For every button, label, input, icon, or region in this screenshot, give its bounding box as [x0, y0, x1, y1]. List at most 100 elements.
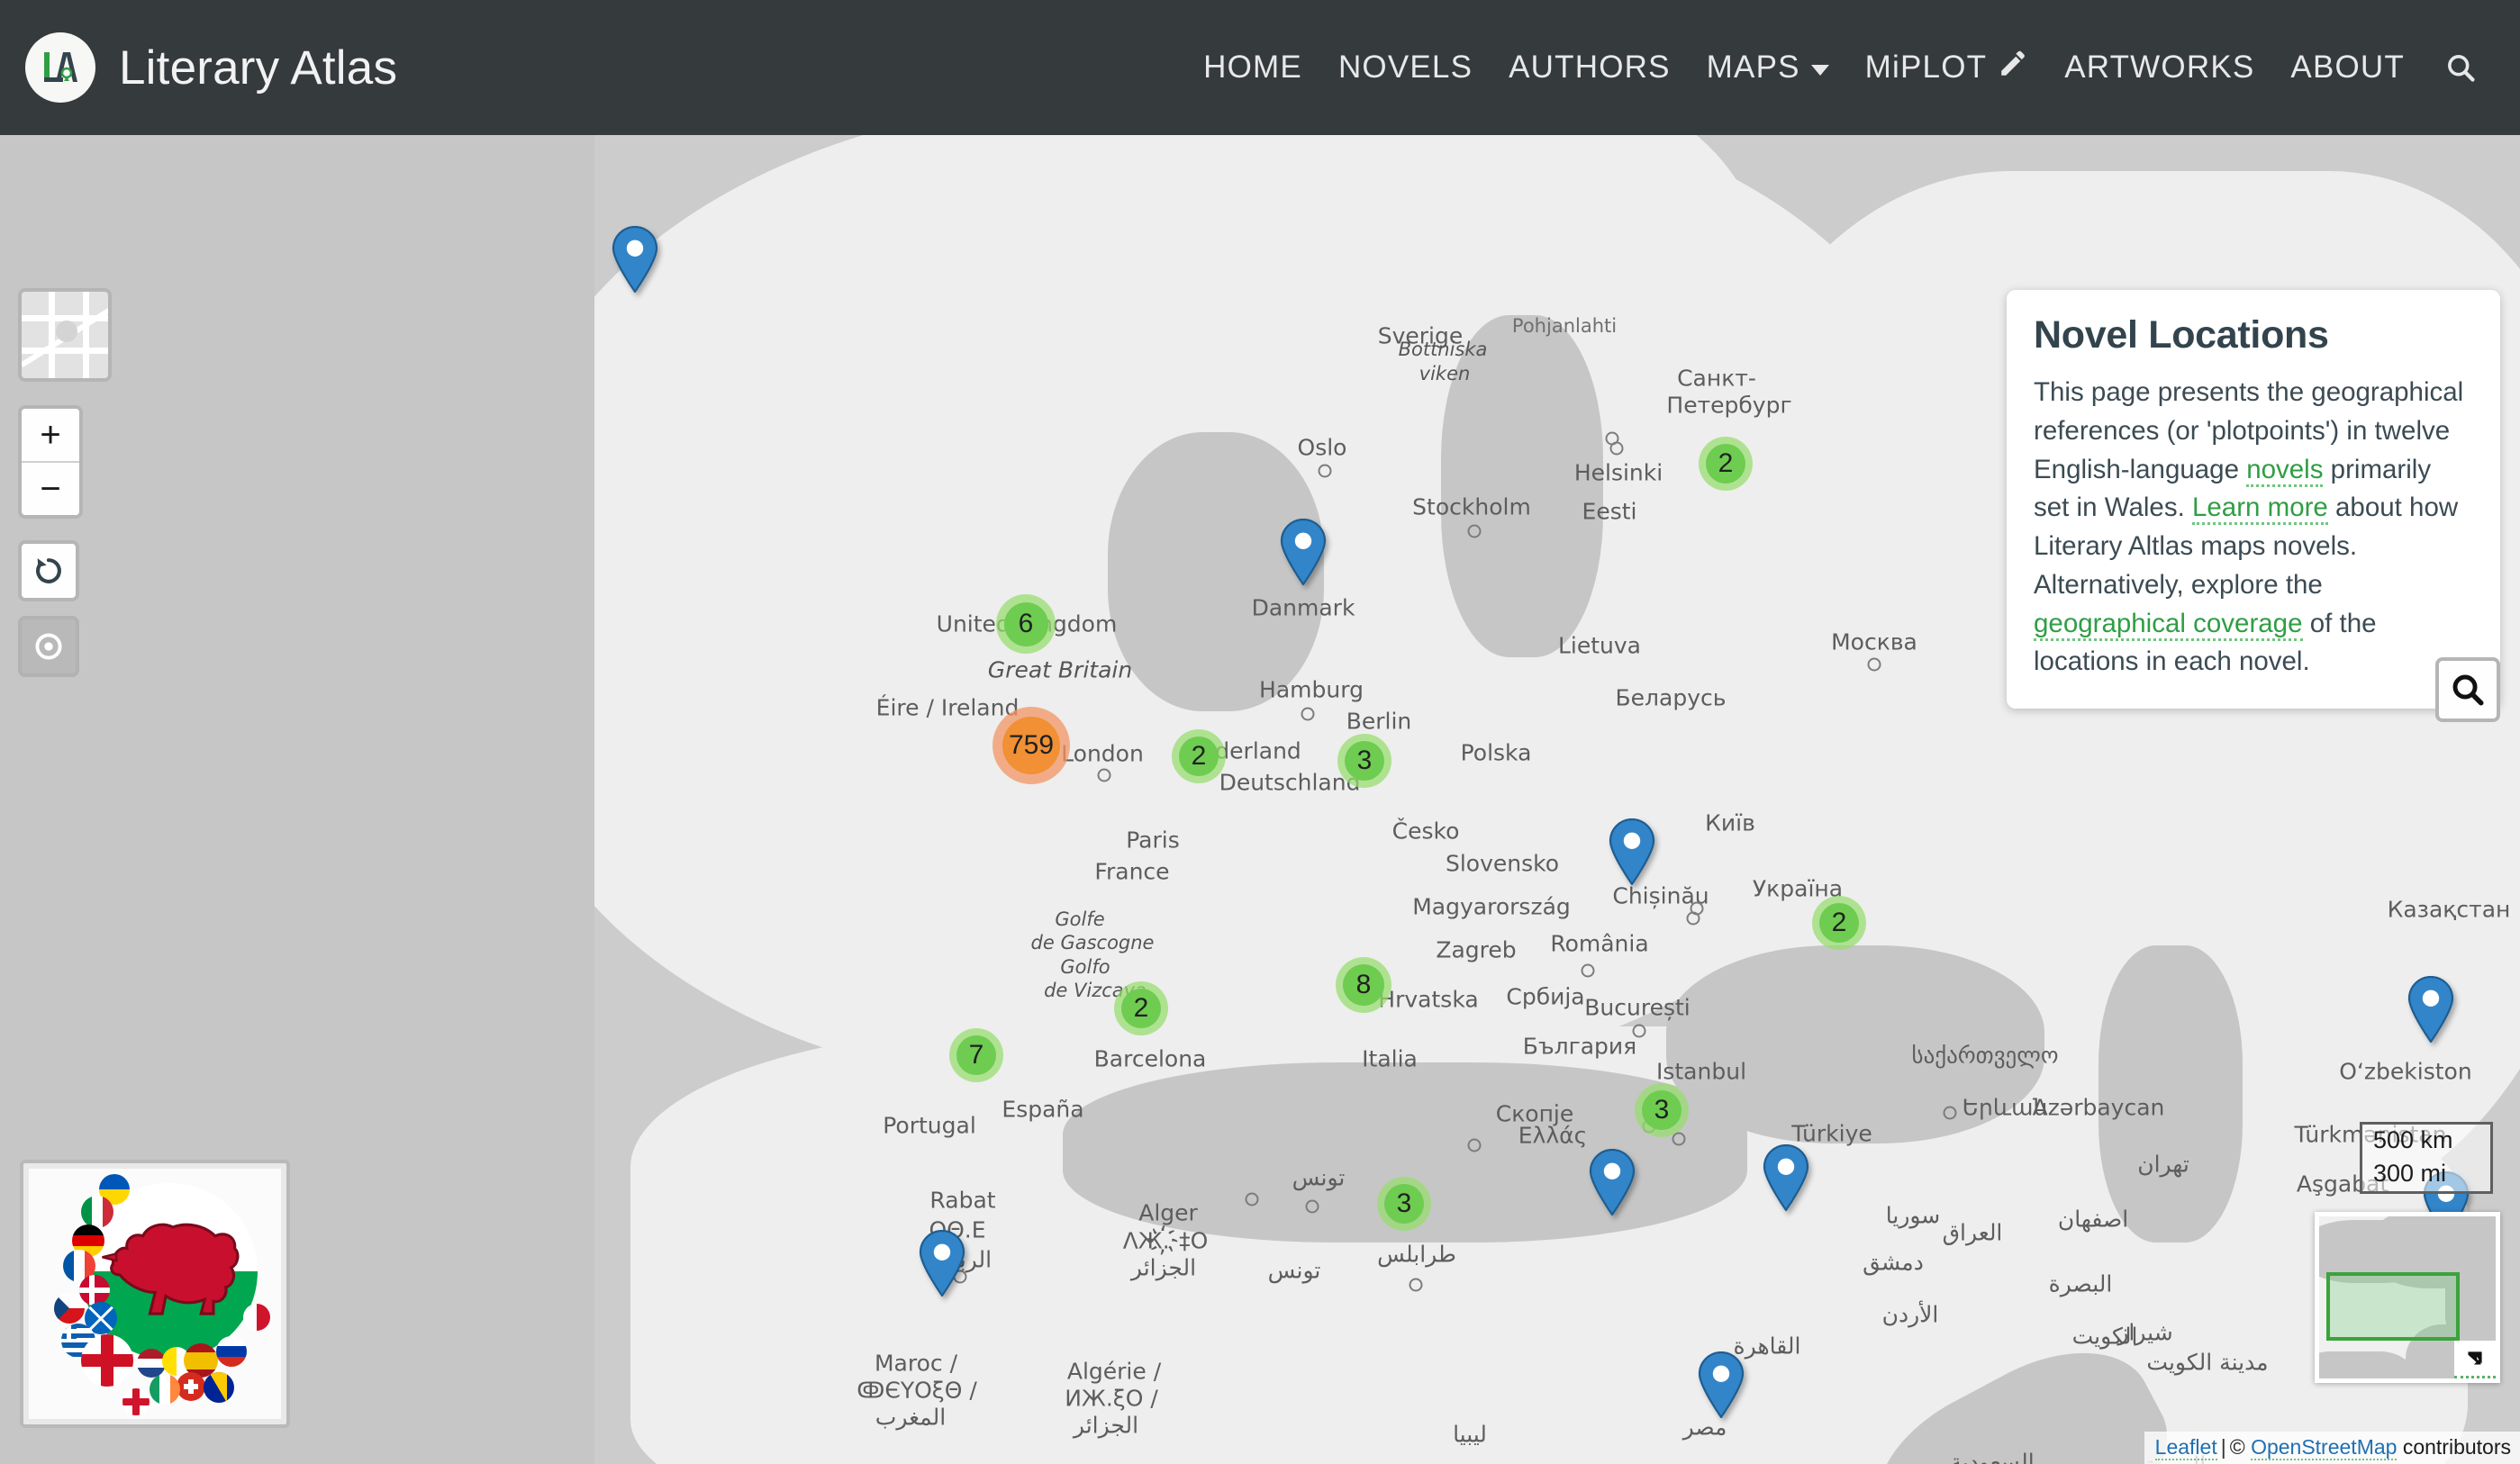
search-icon [2452, 674, 2484, 706]
minimap-viewport-rect[interactable] [2326, 1272, 2460, 1341]
nav-item-artworks[interactable]: ARTWORKS [2046, 41, 2272, 95]
marker-cluster[interactable]: 3 [1635, 1083, 1689, 1137]
cluster-count: 6 [1003, 601, 1048, 646]
marker-cluster[interactable]: 3 [1337, 734, 1391, 788]
map-attribution: Leaflet | © OpenStreetMap contributors [2144, 1432, 2520, 1464]
marker-cluster[interactable]: 7 [949, 1028, 1003, 1082]
flag-switzerland-icon [177, 1372, 205, 1401]
marker-cluster[interactable]: 2 [1812, 896, 1866, 950]
cluster-count: 2 [1121, 989, 1161, 1028]
map-pin-marker[interactable] [1280, 518, 1327, 590]
nav-label: MiPLOT [1864, 50, 1988, 85]
attribution-osm-link[interactable]: OpenStreetMap [2251, 1435, 2398, 1460]
marker-cluster[interactable]: 2 [1114, 981, 1168, 1035]
collapse-arrow-icon[interactable] [2454, 1341, 2496, 1378]
locate-me-button[interactable] [18, 616, 79, 677]
attribution-contributors: contributors [2402, 1435, 2511, 1459]
marker-cluster[interactable]: 8 [1336, 957, 1391, 1013]
cluster-count: 3 [1642, 1090, 1682, 1130]
nav-label: ABOUT [2290, 50, 2405, 85]
flag-czechia-icon [54, 1293, 85, 1324]
nav-label: AUTHORS [1509, 50, 1671, 85]
cluster-count: 3 [1345, 741, 1384, 781]
cluster-count: 2 [1706, 444, 1745, 483]
flag-ireland-icon [150, 1374, 180, 1405]
nav-item-about[interactable]: ABOUT [2272, 41, 2423, 95]
reset-view-button[interactable] [18, 540, 79, 601]
cluster-count: 2 [1179, 737, 1219, 776]
city-dot-icon [1245, 1192, 1259, 1206]
sea-black [1666, 945, 2044, 1143]
map-pin-marker[interactable] [1609, 818, 1655, 890]
city-dot-icon [1690, 901, 1704, 916]
city-dot-icon [1097, 768, 1111, 782]
city-dot-icon [1943, 1106, 1957, 1120]
flag-england-icon [81, 1334, 133, 1387]
map-search-button[interactable] [2435, 657, 2500, 722]
header-search-icon[interactable] [2423, 42, 2484, 93]
city-dot-icon [1467, 524, 1482, 538]
flag-italy-icon [81, 1196, 113, 1228]
flag-bosnia-icon [204, 1372, 234, 1403]
site-header: Literary Atlas HOME NOVELS AUTHORS MAPS … [0, 0, 2520, 135]
link-novels[interactable]: novels [2246, 454, 2324, 487]
minimap-control[interactable] [2315, 1212, 2500, 1383]
attribution-copyright: © [2229, 1435, 2245, 1459]
scale-control: 500 km 300 mi [2360, 1122, 2493, 1194]
cluster-count: 2 [1819, 903, 1859, 943]
city-dot-icon [1301, 707, 1315, 721]
scale-metric: 500 km [2360, 1122, 2493, 1158]
nav-label: MAPS [1706, 50, 1800, 85]
leaflet-map[interactable]: Oslo Stockholm Helsinki Sverige Pohjanlahti B… [0, 135, 2520, 1464]
legend-image [29, 1169, 281, 1419]
city-dot-icon [1581, 963, 1595, 978]
map-pin-marker[interactable] [1763, 1143, 1809, 1215]
app-root: Literary Atlas HOME NOVELS AUTHORS MAPS … [0, 0, 2520, 1464]
zoom-control[interactable]: + − [18, 405, 83, 519]
sea-baltic [1441, 315, 1603, 657]
reset-rotate-icon [36, 558, 61, 583]
nav-item-home[interactable]: HOME [1185, 41, 1320, 95]
zoom-out-button[interactable]: − [22, 463, 79, 515]
attribution-leaflet-link[interactable]: Leaflet [2154, 1435, 2217, 1460]
link-learn-more[interactable]: Learn more [2191, 493, 2328, 526]
literary-atlas-logo-icon [25, 32, 95, 103]
map-pin-marker[interactable] [919, 1229, 965, 1301]
nav-label: ARTWORKS [2064, 50, 2255, 85]
locate-target-icon [35, 633, 62, 660]
panel-title: Novel Locations [2034, 313, 2329, 357]
flag-northern-ireland-icon [122, 1388, 150, 1415]
map-pin-marker[interactable] [1589, 1148, 1636, 1220]
city-dot-icon [1467, 1138, 1482, 1152]
flag-russia-icon [216, 1336, 247, 1367]
nav-item-authors[interactable]: AUTHORS [1491, 41, 1689, 95]
layer-thumbnail-icon [22, 292, 108, 378]
nav-item-novels[interactable]: NOVELS [1320, 41, 1491, 95]
cluster-count: 759 [1002, 717, 1060, 774]
brand[interactable]: Literary Atlas [25, 32, 397, 103]
link-geographical-coverage[interactable]: geographical coverage [2034, 608, 2303, 641]
chevron-down-icon [1810, 65, 1829, 76]
map-pin-marker[interactable] [1698, 1351, 1745, 1423]
zoom-in-button[interactable]: + [22, 409, 79, 463]
city-dot-icon [1605, 431, 1619, 446]
nav-item-maps[interactable]: MAPS [1689, 41, 1847, 95]
cluster-count: 3 [1384, 1184, 1424, 1224]
wales-flags-legend[interactable] [20, 1160, 290, 1428]
layer-switcher-control[interactable] [18, 288, 112, 382]
city-dot-icon [1305, 1199, 1319, 1214]
cluster-count: 7 [956, 1035, 996, 1075]
city-dot-icon [1409, 1278, 1423, 1292]
marker-cluster[interactable]: 3 [1377, 1177, 1431, 1231]
marker-cluster[interactable]: 2 [1699, 437, 1753, 491]
map-pin-marker[interactable] [2407, 975, 2454, 1047]
flag-malta-icon [243, 1304, 270, 1331]
attribution-separator: | [2220, 1435, 2226, 1459]
nav-item-miplot[interactable]: MiPLOT [1847, 40, 2047, 96]
marker-cluster[interactable]: 6 [996, 594, 1056, 654]
novel-locations-panel: Novel Locations This page presents the g… [2007, 290, 2500, 709]
marker-cluster[interactable]: 759 [993, 707, 1070, 784]
marker-cluster[interactable]: 2 [1172, 729, 1226, 783]
map-pin-marker[interactable] [612, 225, 658, 297]
city-dot-icon [1632, 1024, 1646, 1038]
